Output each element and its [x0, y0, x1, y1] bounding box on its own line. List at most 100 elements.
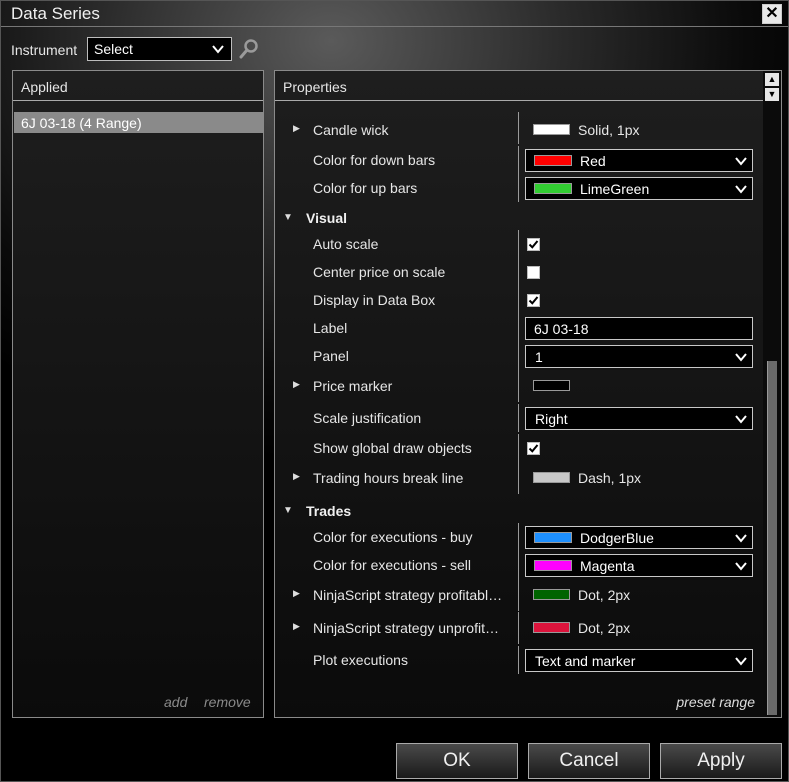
- divider: [518, 646, 519, 674]
- scale-justification-dropdown[interactable]: Right: [525, 407, 753, 430]
- checkbox[interactable]: [527, 238, 540, 251]
- divider: [518, 314, 519, 342]
- properties-scrollbar[interactable]: ▲ ▼: [763, 71, 781, 717]
- prop-label: Auto scale: [313, 236, 379, 252]
- prop-label: Color for down bars: [313, 152, 436, 168]
- prop-row-label[interactable]: Label 6J 03-18: [275, 314, 763, 342]
- stroke-text: Dot, 2px: [578, 620, 631, 636]
- divider: [518, 342, 519, 370]
- stroke-text: Solid, 1px: [578, 122, 640, 138]
- checkbox[interactable]: [527, 442, 540, 455]
- color-dropdown[interactable]: LimeGreen: [525, 177, 753, 200]
- divider: [518, 551, 519, 579]
- expand-arrow-icon[interactable]: ▶: [293, 621, 300, 632]
- dropdown-value: Right: [535, 411, 568, 427]
- divider: [518, 462, 519, 494]
- prop-label: Scale justification: [313, 410, 422, 426]
- chevron-down-icon: [735, 534, 747, 543]
- checkmark-icon: [528, 240, 539, 249]
- prop-row-ns-unprofitable[interactable]: ▶ NinjaScript strategy unprofit… Dot, 2p…: [275, 612, 763, 644]
- search-icon[interactable]: [238, 38, 260, 60]
- properties-header-label: Properties: [283, 79, 347, 95]
- prop-row-up-bars[interactable]: Color for up bars LimeGreen: [275, 174, 763, 202]
- applied-list-item[interactable]: 6J 03-18 (4 Range): [14, 112, 263, 133]
- prop-row-down-bars[interactable]: Color for down bars Red: [275, 146, 763, 174]
- collapse-arrow-icon[interactable]: ▼: [283, 212, 293, 223]
- color-swatch: [534, 155, 572, 166]
- prop-row-candle-wick[interactable]: ▶ Candle wick Solid, 1px: [275, 112, 763, 144]
- prop-label: Candle wick: [313, 122, 389, 138]
- plot-executions-dropdown[interactable]: Text and marker: [525, 649, 753, 672]
- scroll-up-button[interactable]: ▲: [765, 73, 779, 86]
- prop-label: Color for executions - buy: [313, 529, 473, 545]
- color-dropdown[interactable]: DodgerBlue: [525, 526, 753, 549]
- chevron-down-icon: [735, 657, 747, 666]
- expand-arrow-icon[interactable]: ▶: [293, 379, 300, 390]
- prop-row-ns-profitable[interactable]: ▶ NinjaScript strategy profitabl… Dot, 2…: [275, 579, 763, 611]
- divider: [518, 258, 519, 286]
- window-title: Data Series: [11, 4, 100, 23]
- prop-row-trading-hours[interactable]: ▶ Trading hours break line Dash, 1px: [275, 462, 763, 494]
- color-swatch: [534, 183, 572, 194]
- prop-label: Trading hours break line: [313, 470, 464, 486]
- checkbox[interactable]: [527, 294, 540, 307]
- close-button[interactable]: ✕: [762, 4, 782, 24]
- prop-row-exec-buy[interactable]: Color for executions - buy DodgerBlue: [275, 523, 763, 551]
- prop-row-panel[interactable]: Panel 1: [275, 342, 763, 370]
- instrument-select-value: Select: [94, 41, 133, 57]
- dropdown-value: Magenta: [580, 558, 635, 574]
- divider: [518, 523, 519, 551]
- scroll-down-button[interactable]: ▼: [765, 88, 779, 101]
- dropdown-value: 1: [535, 349, 543, 365]
- dropdown-value: Red: [580, 153, 606, 169]
- prop-label: NinjaScript strategy unprofit…: [313, 620, 499, 636]
- chevron-down-icon: [735, 415, 747, 424]
- chevron-down-icon: [735, 562, 747, 571]
- prop-row-scale-justification[interactable]: Scale justification Right: [275, 404, 763, 432]
- category-trades[interactable]: ▼ Trades: [275, 498, 763, 524]
- prop-row-center-price[interactable]: Center price on scale: [275, 258, 763, 286]
- prop-row-plot-executions[interactable]: Plot executions Text and marker: [275, 646, 763, 674]
- chevron-down-icon: [735, 353, 747, 362]
- color-swatch: [533, 472, 570, 483]
- ok-button[interactable]: OK: [396, 743, 518, 779]
- prop-row-price-marker[interactable]: ▶ Price marker: [275, 370, 763, 402]
- prop-row-display-data-box[interactable]: Display in Data Box: [275, 286, 763, 314]
- apply-button[interactable]: Apply: [660, 743, 782, 779]
- remove-link[interactable]: remove: [204, 694, 251, 710]
- panel-dropdown[interactable]: 1: [525, 345, 753, 368]
- applied-header: Applied: [13, 71, 263, 101]
- checkbox[interactable]: [527, 266, 540, 279]
- instrument-select[interactable]: Select: [87, 37, 232, 61]
- title-bar: Data Series ✕: [1, 1, 788, 27]
- divider: [518, 146, 519, 174]
- instrument-label: Instrument: [11, 42, 78, 58]
- properties-panel: Properties ▲ ▼ ▶ Candle wick Solid, 1px …: [274, 70, 782, 718]
- cancel-button[interactable]: Cancel: [528, 743, 650, 779]
- divider: [518, 612, 519, 644]
- add-link[interactable]: add: [164, 694, 187, 710]
- dropdown-value: LimeGreen: [580, 181, 650, 197]
- category-visual[interactable]: ▼ Visual: [275, 205, 763, 231]
- prop-row-global-draw[interactable]: Show global draw objects: [275, 434, 763, 462]
- preset-range-link[interactable]: preset range: [676, 694, 755, 710]
- divider: [518, 112, 519, 144]
- chevron-up-icon: ▲: [767, 74, 777, 84]
- color-dropdown[interactable]: Red: [525, 149, 753, 172]
- expand-arrow-icon[interactable]: ▶: [293, 123, 300, 134]
- color-dropdown[interactable]: Magenta: [525, 554, 753, 577]
- prop-label: Panel: [313, 348, 349, 364]
- dropdown-value: DodgerBlue: [580, 530, 654, 546]
- divider: [518, 434, 519, 462]
- divider: [518, 230, 519, 258]
- color-swatch: [534, 560, 572, 571]
- prop-row-auto-scale[interactable]: Auto scale: [275, 230, 763, 258]
- scroll-thumb[interactable]: [767, 361, 777, 715]
- collapse-arrow-icon[interactable]: ▼: [283, 505, 293, 516]
- expand-arrow-icon[interactable]: ▶: [293, 471, 300, 482]
- chevron-down-icon: [735, 185, 747, 194]
- color-swatch: [534, 532, 572, 543]
- label-input[interactable]: 6J 03-18: [525, 317, 753, 340]
- expand-arrow-icon[interactable]: ▶: [293, 588, 300, 599]
- prop-row-exec-sell[interactable]: Color for executions - sell Magenta: [275, 551, 763, 579]
